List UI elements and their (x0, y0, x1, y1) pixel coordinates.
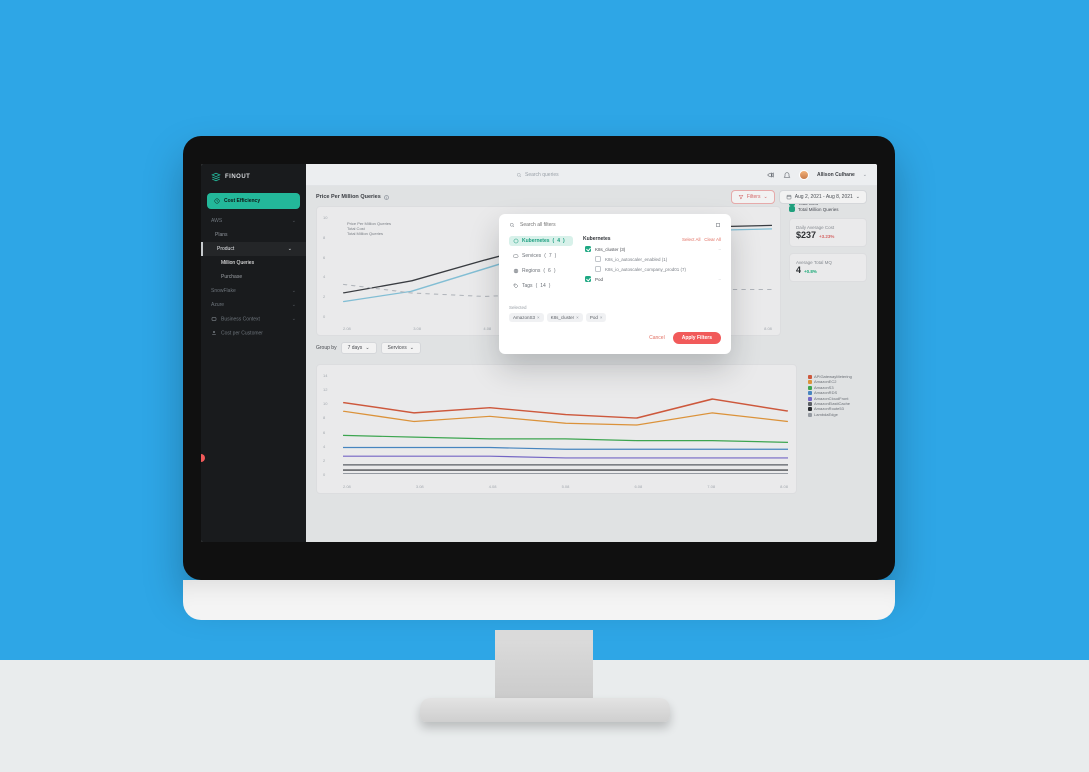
nav-sub-purchase[interactable]: Purchase (201, 270, 306, 284)
search-icon (516, 172, 522, 178)
kubernetes-icon (513, 238, 519, 244)
search-icon (509, 222, 515, 228)
globe-icon (513, 268, 519, 274)
chevron-down-icon[interactable]: ⌄ (863, 172, 867, 178)
search-placeholder: Search queries (525, 172, 559, 178)
chip-amazons3[interactable]: AmazonS3× (509, 313, 544, 322)
global-search[interactable]: Search queries (516, 172, 559, 178)
nav-cost-per-customer[interactable]: Cost per Customer (201, 326, 306, 340)
nav-section-snowflake[interactable]: SnowFlake⌄ (201, 284, 306, 298)
nav-section-aws[interactable]: AWS⌄ (201, 214, 306, 228)
cat-kubernetes[interactable]: Kubernetes (4) (509, 236, 573, 246)
cloud-icon (513, 253, 519, 259)
filter-autoscaler-enabled[interactable]: K8s_io_autoscaler_enabled (1) (583, 256, 721, 262)
selected-label: Selected (509, 305, 721, 310)
filters-panel-title: Kubernetes (583, 236, 611, 242)
chip-pod[interactable]: Pod× (586, 313, 607, 322)
nav-sub-million-queries[interactable]: Million Queries (201, 256, 306, 270)
topbar: Search queries Allison Culhane ⌄ (306, 164, 877, 186)
filter-k8s-cluster[interactable]: K8s_cluster (3)– (583, 246, 721, 252)
nav-section-azure[interactable]: Azure⌄ (201, 298, 306, 312)
expand-icon[interactable] (715, 222, 721, 228)
bell-icon[interactable] (783, 171, 791, 179)
apply-filters-button[interactable]: Apply Filters (673, 332, 721, 344)
filter-pod[interactable]: Pod– (583, 276, 721, 282)
nav-business-context[interactable]: Business Context⌄ (201, 312, 306, 326)
brand-logo: FINOUT (201, 164, 306, 190)
selected-chips: AmazonS3× K8s_cluster× Pod× (509, 313, 721, 322)
brand-name: FINOUT (225, 174, 250, 180)
chip-k8s-cluster[interactable]: K8s_cluster× (547, 313, 583, 322)
clear-all-link[interactable]: Clear All (704, 237, 721, 242)
sidebar: FINOUT Cost Efficiency AWS⌄ Plans Produc… (201, 164, 306, 542)
cancel-button[interactable]: Cancel (649, 332, 665, 344)
nav-item-plans[interactable]: Plans (201, 228, 306, 242)
user-avatar[interactable] (799, 170, 809, 180)
tour-indicator-dot (201, 454, 205, 462)
filters-modal: Kubernetes (4) Services (7) Regions (6) … (499, 214, 731, 354)
user-name[interactable]: Allison Culhane (817, 172, 855, 178)
filter-autoscaler-prod01[interactable]: K8s_io_autoscaler_company_prod01 (7) (583, 266, 721, 272)
close-icon: × (537, 315, 540, 320)
select-all-link[interactable]: Select All (682, 237, 701, 242)
nav-item-product[interactable]: Product⌄ (201, 242, 306, 256)
cat-regions[interactable]: Regions (6) (509, 266, 573, 276)
megaphone-icon[interactable] (767, 171, 775, 179)
nav-cost-efficiency[interactable]: Cost Efficiency (207, 193, 300, 209)
cat-tags[interactable]: Tags (14) (509, 281, 573, 291)
filter-categories: Kubernetes (4) Services (7) Regions (6) … (509, 236, 573, 291)
checkbox-icon (585, 246, 591, 252)
tag-icon (513, 283, 519, 289)
nav-cost-efficiency-label: Cost Efficiency (224, 198, 260, 204)
filters-search-input[interactable] (520, 222, 710, 228)
cat-services[interactable]: Services (7) (509, 251, 573, 261)
